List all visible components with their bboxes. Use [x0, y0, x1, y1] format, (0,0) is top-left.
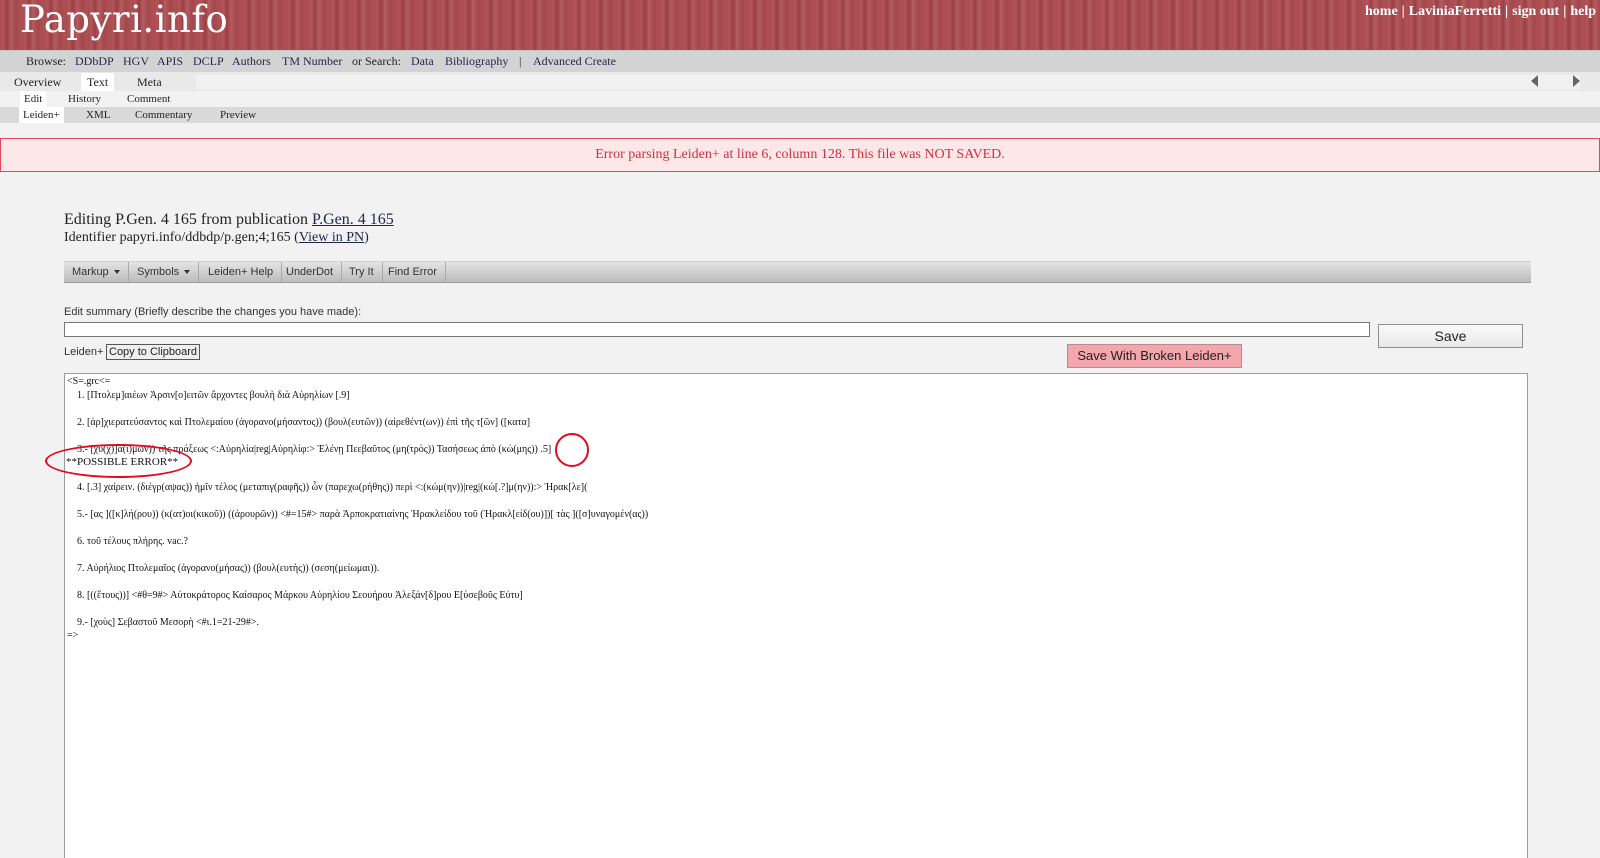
advanced-create-link[interactable]: Advanced Create [533, 54, 616, 69]
edit-summary-input[interactable] [64, 322, 1370, 337]
editor-line: 5.- [ας ]([κ]λή(ρου)) (κ(ατ)οι(κικοῦ)) (… [77, 509, 649, 520]
browse-label: Browse: [26, 54, 66, 68]
tab-xml[interactable]: XML [82, 107, 114, 123]
tab-leiden-plus[interactable]: Leiden+ [19, 107, 64, 123]
browse-link-hgv[interactable]: HGV [123, 54, 149, 69]
identifier-close: ) [364, 230, 369, 245]
identifier-line: Identifier papyri.info/ddbdp/p.gen;4;165… [64, 230, 369, 246]
format-tabs: Leiden+ XML Commentary Preview [0, 107, 1600, 123]
leiden-help-button[interactable]: Leiden+ Help [200, 262, 283, 282]
browse-bar: Browse: DDbDP HGV APIS DCLP Authors TM N… [0, 50, 1600, 73]
home-link[interactable]: home [1365, 4, 1398, 19]
editor-line: => [67, 630, 79, 641]
leiden-editor-textarea[interactable]: <S=.grc<= 1. [Πτολεμ]αιέων Ἀρσιν[ο]ειτῶν… [45, 373, 1528, 858]
leiden-label: Leiden+ [64, 346, 104, 358]
browse-link-tm-number[interactable]: TM Number [282, 54, 342, 69]
top-links: home | LaviniaFerretti | sign out | help [1365, 4, 1596, 19]
editor-line: 4. [.3] χαίρειν. (διέγρ(αψας)) ἡμῖν τέλο… [77, 482, 588, 493]
site-header: Papyri.info home | LaviniaFerretti | sign ou… [0, 0, 1600, 50]
search-label: or Search: [352, 54, 401, 68]
help-link[interactable]: help [1570, 4, 1596, 19]
publication-link[interactable]: P.Gen. 4 165 [312, 211, 394, 228]
page-title-text: Editing P.Gen. 4 165 from publication [64, 211, 312, 228]
user-link[interactable]: LaviniaFerretti [1409, 4, 1501, 19]
tab-history[interactable]: History [64, 91, 105, 107]
tab-commentary[interactable]: Commentary [131, 107, 196, 123]
edit-summary-label: Edit summary (Briefly describe the chang… [64, 306, 362, 318]
chevron-down-icon [113, 270, 120, 275]
tab-bar-filler [196, 75, 1580, 89]
find-error-button[interactable]: Find Error [380, 262, 446, 282]
tab-overview[interactable]: Overview [8, 73, 67, 91]
try-it-button[interactable]: Try It [341, 262, 383, 282]
tab-preview[interactable]: Preview [216, 107, 260, 123]
site-logo[interactable]: Papyri.info [20, 0, 228, 41]
editor-line: 7. Αὐρήλιος Πτολεμαῖος (ἀγορανο(μήσας)) … [77, 563, 380, 574]
save-with-broken-leiden-button[interactable]: Save With Broken Leiden+ [1067, 344, 1242, 368]
view-in-pn-link[interactable]: View in PN [299, 230, 364, 245]
tab-edit[interactable]: Edit [20, 91, 47, 107]
editor-line: 2. [ἀρ]χιερατεύσαντος καὶ Πτολεμαίου (ἀγ… [77, 417, 531, 428]
previous-arrow-icon[interactable] [1531, 75, 1538, 87]
possible-error-annotation-circle [45, 444, 192, 478]
browse-link-dclp[interactable]: DCLP [193, 54, 224, 69]
search-link-data[interactable]: Data [411, 54, 434, 69]
copy-to-clipboard-button[interactable]: Copy to Clipboard [106, 344, 201, 360]
tab-comment[interactable]: Comment [123, 91, 174, 107]
browse-divider: | [519, 54, 522, 68]
sub-tabs: Edit History Comment [0, 91, 1600, 107]
editor-toolbar: Markup Symbols Leiden+ Help UnderDot Try… [64, 261, 1531, 283]
underdot-button[interactable]: UnderDot [278, 262, 343, 282]
editor-line: 8. [((ἔτους))] <#θ=9#> Αὐτοκράτορος Καίσ… [77, 590, 523, 601]
symbols-menu-button[interactable]: Symbols [129, 262, 200, 282]
save-button[interactable]: Save [1378, 324, 1523, 348]
chevron-down-icon [184, 270, 191, 275]
editor-line: 6. τοῦ τέλους πλήρης. vac.? [77, 536, 188, 547]
editor-line: 9.- [χοὺς] Σεβαστοῦ Μεσορὴ <#ι.1=21-29#>… [77, 617, 259, 628]
page-title: Editing P.Gen. 4 165 from publication P.… [64, 211, 394, 229]
sign-out-link[interactable]: sign out [1512, 4, 1559, 19]
browse-link-apis[interactable]: APIS [157, 54, 183, 69]
search-link-bibliography[interactable]: Bibliography [445, 54, 508, 69]
tab-meta[interactable]: Meta [131, 73, 168, 91]
next-arrow-icon[interactable] [1573, 75, 1580, 87]
editor-line: 1. [Πτολεμ]αιέων Ἀρσιν[ο]ειτῶν ἄρχοντες … [77, 390, 350, 401]
main-tabs: Overview Text Meta [0, 72, 1600, 91]
error-location-annotation-circle [555, 433, 589, 467]
symbols-label: Symbols [137, 266, 180, 278]
markup-label: Markup [72, 266, 109, 278]
identifier-text: Identifier papyri.info/ddbdp/p.gen;4;165… [64, 230, 299, 245]
error-banner: Error parsing Leiden+ at line 6, column … [0, 138, 1600, 172]
tab-text[interactable]: Text [81, 73, 115, 91]
browse-link-ddbdp[interactable]: DDbDP [75, 54, 114, 69]
content-area: Editing P.Gen. 4 165 from publication P.… [0, 173, 1600, 858]
markup-menu-button[interactable]: Markup [64, 262, 129, 282]
editor-line: <S=.grc<= [67, 376, 111, 387]
browse-link-authors[interactable]: Authors [232, 54, 271, 69]
